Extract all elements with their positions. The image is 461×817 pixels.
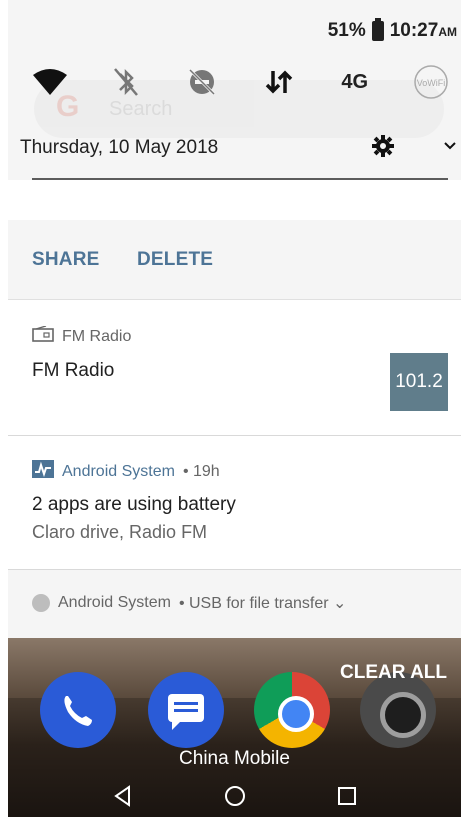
notification-app-name: Android System [58, 594, 171, 611]
screen: G Search 51% 10:27AM 4G VoWiFi Thursday,… [0, 0, 461, 817]
clock-suffix: AM [438, 25, 457, 39]
notification-text: Claro drive, Radio FM [32, 522, 208, 542]
notification-app-name: FM Radio [62, 327, 132, 345]
bluetooth-off-icon[interactable] [104, 60, 148, 104]
phone-app-icon[interactable] [40, 672, 116, 748]
notification-summary: • USB for file transfer ⌄ [178, 595, 347, 612]
notification-time: • 19h [182, 462, 220, 480]
battery-percent: 51% [327, 20, 366, 41]
notification-battery[interactable]: Android System • 19h 2 apps are using ba… [8, 436, 461, 570]
notification-header: Android System • 19h [32, 460, 220, 483]
home-icon[interactable] [218, 779, 252, 813]
app-dock [40, 672, 440, 752]
notification-panel: SHARE DELETE FM Radio FM Radio 101.2 And… [8, 180, 461, 638]
chrome-app-icon[interactable] [254, 672, 330, 748]
notification-fm-radio[interactable]: FM Radio FM Radio 101.2 [8, 302, 461, 436]
battery-charging-icon [371, 18, 384, 41]
carrier-label: China Mobile [179, 748, 290, 769]
data-arrows-icon[interactable] [257, 60, 301, 104]
clock: 10:27AM [390, 20, 457, 42]
notification-usb[interactable]: Android System • USB for file transfer ⌄ [8, 570, 461, 638]
quick-settings-header: G Search 51% 10:27AM 4G VoWiFi Thursday,… [8, 0, 461, 180]
notification-header: FM Radio [32, 325, 132, 347]
date-label: Thursday, 10 May 2018 [20, 137, 219, 158]
vowifi-icon[interactable]: VoWiFi [409, 60, 453, 104]
quick-settings-tiles: 4G VoWiFi [28, 60, 453, 104]
notification-title: FM Radio [32, 360, 115, 381]
gear-icon[interactable] [372, 135, 394, 162]
battery-usage-icon [32, 460, 54, 483]
home-screen: CLEAR ALL China Mobile [8, 638, 461, 817]
notification-app-name: Android System [62, 462, 175, 480]
network-4g-label: 4G [341, 70, 369, 93]
share-button[interactable]: SHARE [32, 249, 100, 271]
messages-app-icon[interactable] [148, 672, 224, 748]
status-bar: 51% 10:27AM [327, 18, 457, 42]
frequency-badge: 101.2 [390, 353, 448, 411]
notification-actions: SHARE DELETE [8, 220, 461, 300]
network-4g-tile[interactable]: 4G [333, 60, 377, 104]
delete-button[interactable]: DELETE [137, 249, 213, 271]
recents-icon[interactable] [330, 779, 364, 813]
navigation-bar [8, 778, 461, 814]
notification-title: 2 apps are using battery [32, 494, 236, 515]
android-system-icon [32, 594, 50, 612]
vowifi-label: VoWiFi [417, 78, 446, 88]
date-row: Thursday, 10 May 2018 [20, 135, 461, 161]
clock-time: 10:27 [389, 20, 439, 41]
notification-header: Android System • USB for file transfer ⌄ [32, 593, 346, 613]
clear-all-button[interactable]: CLEAR ALL [340, 662, 447, 684]
radio-icon [32, 325, 54, 347]
wifi-icon[interactable] [28, 60, 72, 104]
chevron-down-icon[interactable] [443, 135, 457, 162]
do-not-disturb-off-icon[interactable] [180, 60, 224, 104]
back-icon[interactable] [106, 779, 140, 813]
